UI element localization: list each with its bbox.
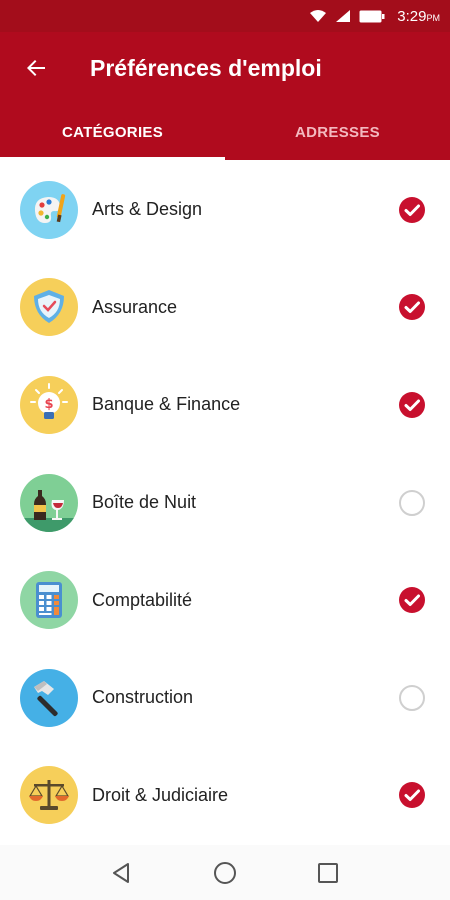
arrow-left-icon <box>27 60 45 76</box>
shield-icon <box>20 278 78 337</box>
circle-home-icon <box>213 861 236 884</box>
category-item-banque-finance[interactable]: $ Banque & Finance <box>0 356 450 454</box>
category-item-assurance[interactable]: Assurance <box>0 259 450 357</box>
calculator-icon <box>20 571 78 630</box>
app-bar: Préférences d'emploi <box>0 32 450 104</box>
dollar-bulb-icon: $ <box>20 375 78 434</box>
system-nav-bar <box>0 845 450 900</box>
clock: 3:29PM <box>397 7 440 25</box>
palette-icon <box>20 180 78 239</box>
category-item-droit-judiciaire[interactable]: Droit & Judiciaire <box>0 747 450 845</box>
wifi-icon <box>310 10 327 22</box>
hammer-icon <box>20 668 78 727</box>
back-button[interactable] <box>0 32 72 104</box>
checked-icon[interactable] <box>398 196 426 224</box>
category-item-arts-design[interactable]: Arts & Design <box>0 161 450 259</box>
category-label: Droit & Judiciaire <box>92 784 229 805</box>
checked-icon[interactable] <box>398 586 426 614</box>
tab-indicator <box>0 157 225 160</box>
wine-icon <box>20 473 78 532</box>
page-title: Préférences d'emploi <box>90 54 322 81</box>
category-label: Arts & Design <box>92 199 203 220</box>
category-label: Boîte de Nuit <box>92 492 197 513</box>
square-recents-icon <box>318 862 339 883</box>
category-item-construction[interactable]: Construction <box>0 649 450 747</box>
svg-text:$: $ <box>44 397 53 412</box>
checked-icon[interactable] <box>398 781 426 809</box>
nav-home-button[interactable] <box>205 853 245 893</box>
battery-icon <box>359 10 385 22</box>
category-label: Assurance <box>92 296 178 317</box>
checked-icon[interactable] <box>398 293 426 321</box>
tab-adresses[interactable]: ADRESSES <box>225 104 450 160</box>
scales-icon <box>20 766 78 825</box>
triangle-back-icon <box>112 862 129 883</box>
tab-bar: CATÉGORIES ADRESSES <box>0 104 450 160</box>
category-list: Arts & Design Assurance $ Banque & Finan… <box>0 161 450 844</box>
category-label: Banque & Finance <box>92 394 241 415</box>
signal-icon <box>336 10 351 22</box>
nav-recents-button[interactable] <box>308 853 348 893</box>
unchecked-icon[interactable] <box>398 684 426 712</box>
status-bar: 3:29PM <box>0 0 450 32</box>
category-label: Comptabilité <box>92 589 193 610</box>
nav-back-button[interactable] <box>102 853 142 893</box>
checked-icon[interactable] <box>398 391 426 419</box>
tab-categories[interactable]: CATÉGORIES <box>0 104 225 160</box>
category-label: Construction <box>92 687 194 708</box>
category-item-boite-de-nuit[interactable]: Boîte de Nuit <box>0 454 450 552</box>
category-item-comptabilite[interactable]: Comptabilité <box>0 551 450 649</box>
unchecked-icon[interactable] <box>398 489 426 517</box>
